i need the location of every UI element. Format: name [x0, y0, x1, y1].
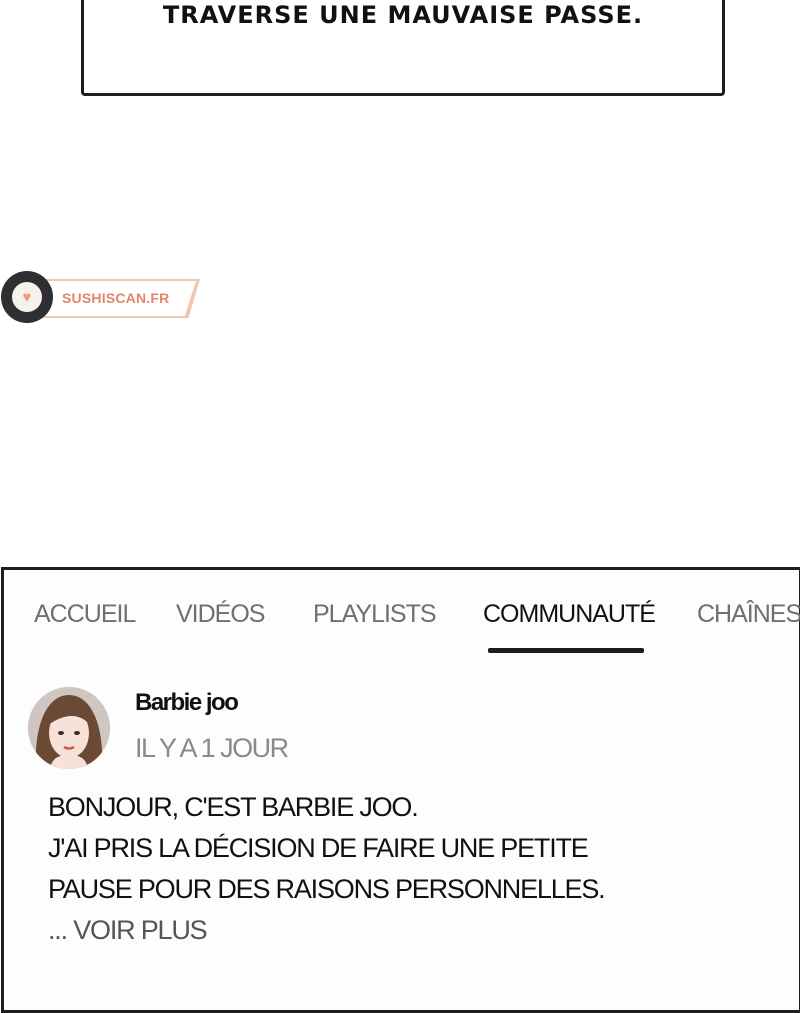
speech-box: TRAVERSE UNE MAUVAISE PASSE. [81, 0, 725, 96]
post-text-line: J'AI PRIS LA DÉCISION DE FAIRE UNE PETIT… [48, 833, 589, 863]
avatar[interactable] [28, 687, 110, 769]
tab-videos[interactable]: VIDÉOS [176, 600, 265, 629]
post-text-line: BONJOUR, C'EST BARBIE JOO. [48, 792, 419, 822]
active-tab-indicator [488, 648, 644, 653]
watermark-label: SUSHISCAN.FR [62, 290, 170, 306]
tab-accueil[interactable]: ACCUEIL [34, 600, 136, 629]
see-more-link[interactable]: ... VOIR PLUS [48, 915, 208, 946]
community-panel: ACCUEIL VIDÉOS PLAYLISTS COMMUNAUTÉ CHAÎ… [1, 567, 800, 1013]
post-timestamp: IL Y A 1 JOUR [135, 733, 289, 763]
watermark-logo: ♥ [1, 271, 53, 323]
tab-chaines[interactable]: CHAÎNES [697, 600, 800, 629]
heart-icon: ♥ [22, 288, 32, 306]
speech-text: TRAVERSE UNE MAUVAISE PASSE. [162, 1, 644, 29]
tab-communaute[interactable]: COMMUNAUTÉ [483, 600, 656, 629]
tab-playlists[interactable]: PLAYLISTS [313, 600, 437, 629]
post-text-line: PAUSE POUR DES RAISONS PERSONNELLES. [48, 874, 606, 904]
post-author[interactable]: Barbie joo [135, 689, 239, 717]
